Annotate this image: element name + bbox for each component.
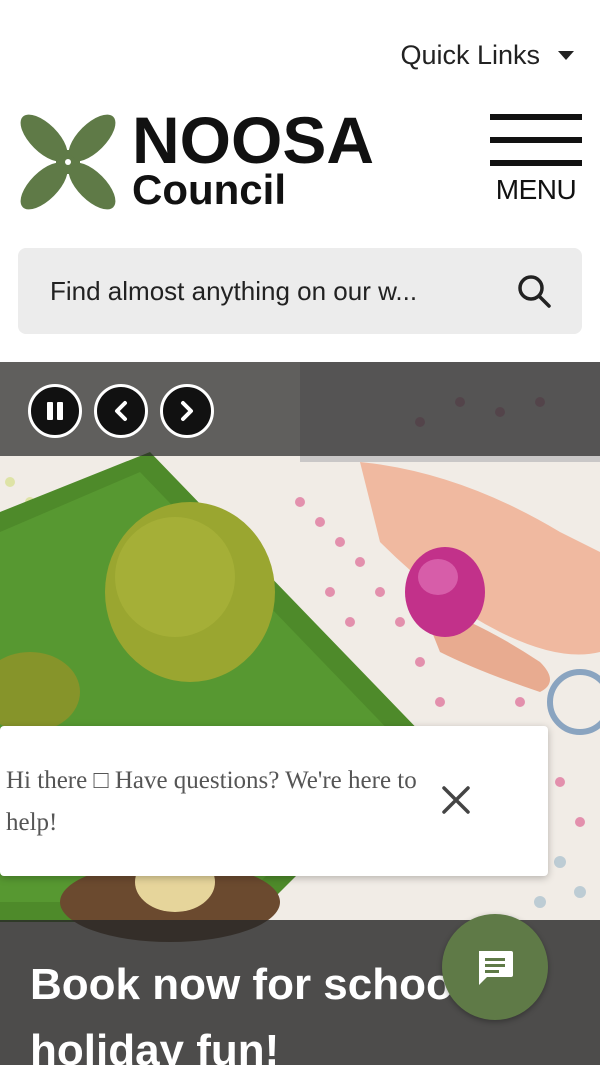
search-input[interactable]: Find almost anything on our w...	[50, 276, 516, 307]
search-icon[interactable]	[516, 273, 552, 309]
menu-label: MENU	[495, 174, 577, 205]
next-slide-button[interactable]	[160, 384, 214, 438]
caret-down-icon	[558, 51, 574, 60]
hamburger-bar	[490, 114, 582, 120]
pause-icon	[47, 402, 63, 420]
logo-subtitle: Council	[132, 166, 286, 213]
chevron-left-icon	[115, 401, 127, 421]
hamburger-bar	[490, 160, 582, 166]
chat-launcher-button[interactable]	[442, 914, 548, 1020]
chat-popup: Hi there □ Have questions? We're here to…	[0, 726, 548, 876]
carousel-controls	[0, 362, 600, 456]
chat-icon	[479, 951, 513, 985]
previous-slide-button[interactable]	[94, 384, 148, 438]
logo-title: NOOSA	[132, 103, 375, 177]
search-bar[interactable]: Find almost anything on our w...	[18, 248, 582, 334]
quick-links-label: Quick Links	[400, 40, 540, 70]
logo-mark-icon	[20, 114, 116, 210]
close-icon[interactable]	[438, 782, 474, 818]
hamburger-bar	[490, 137, 582, 143]
pause-button[interactable]	[28, 384, 82, 438]
quick-links-dropdown[interactable]: Quick Links	[400, 40, 574, 71]
chevron-right-icon	[181, 401, 193, 421]
chat-message: Hi there □ Have questions? We're here to…	[6, 767, 417, 836]
noosa-council-logo[interactable]: NOOSA Council	[18, 107, 374, 213]
menu-button[interactable]: MENU	[490, 114, 582, 206]
